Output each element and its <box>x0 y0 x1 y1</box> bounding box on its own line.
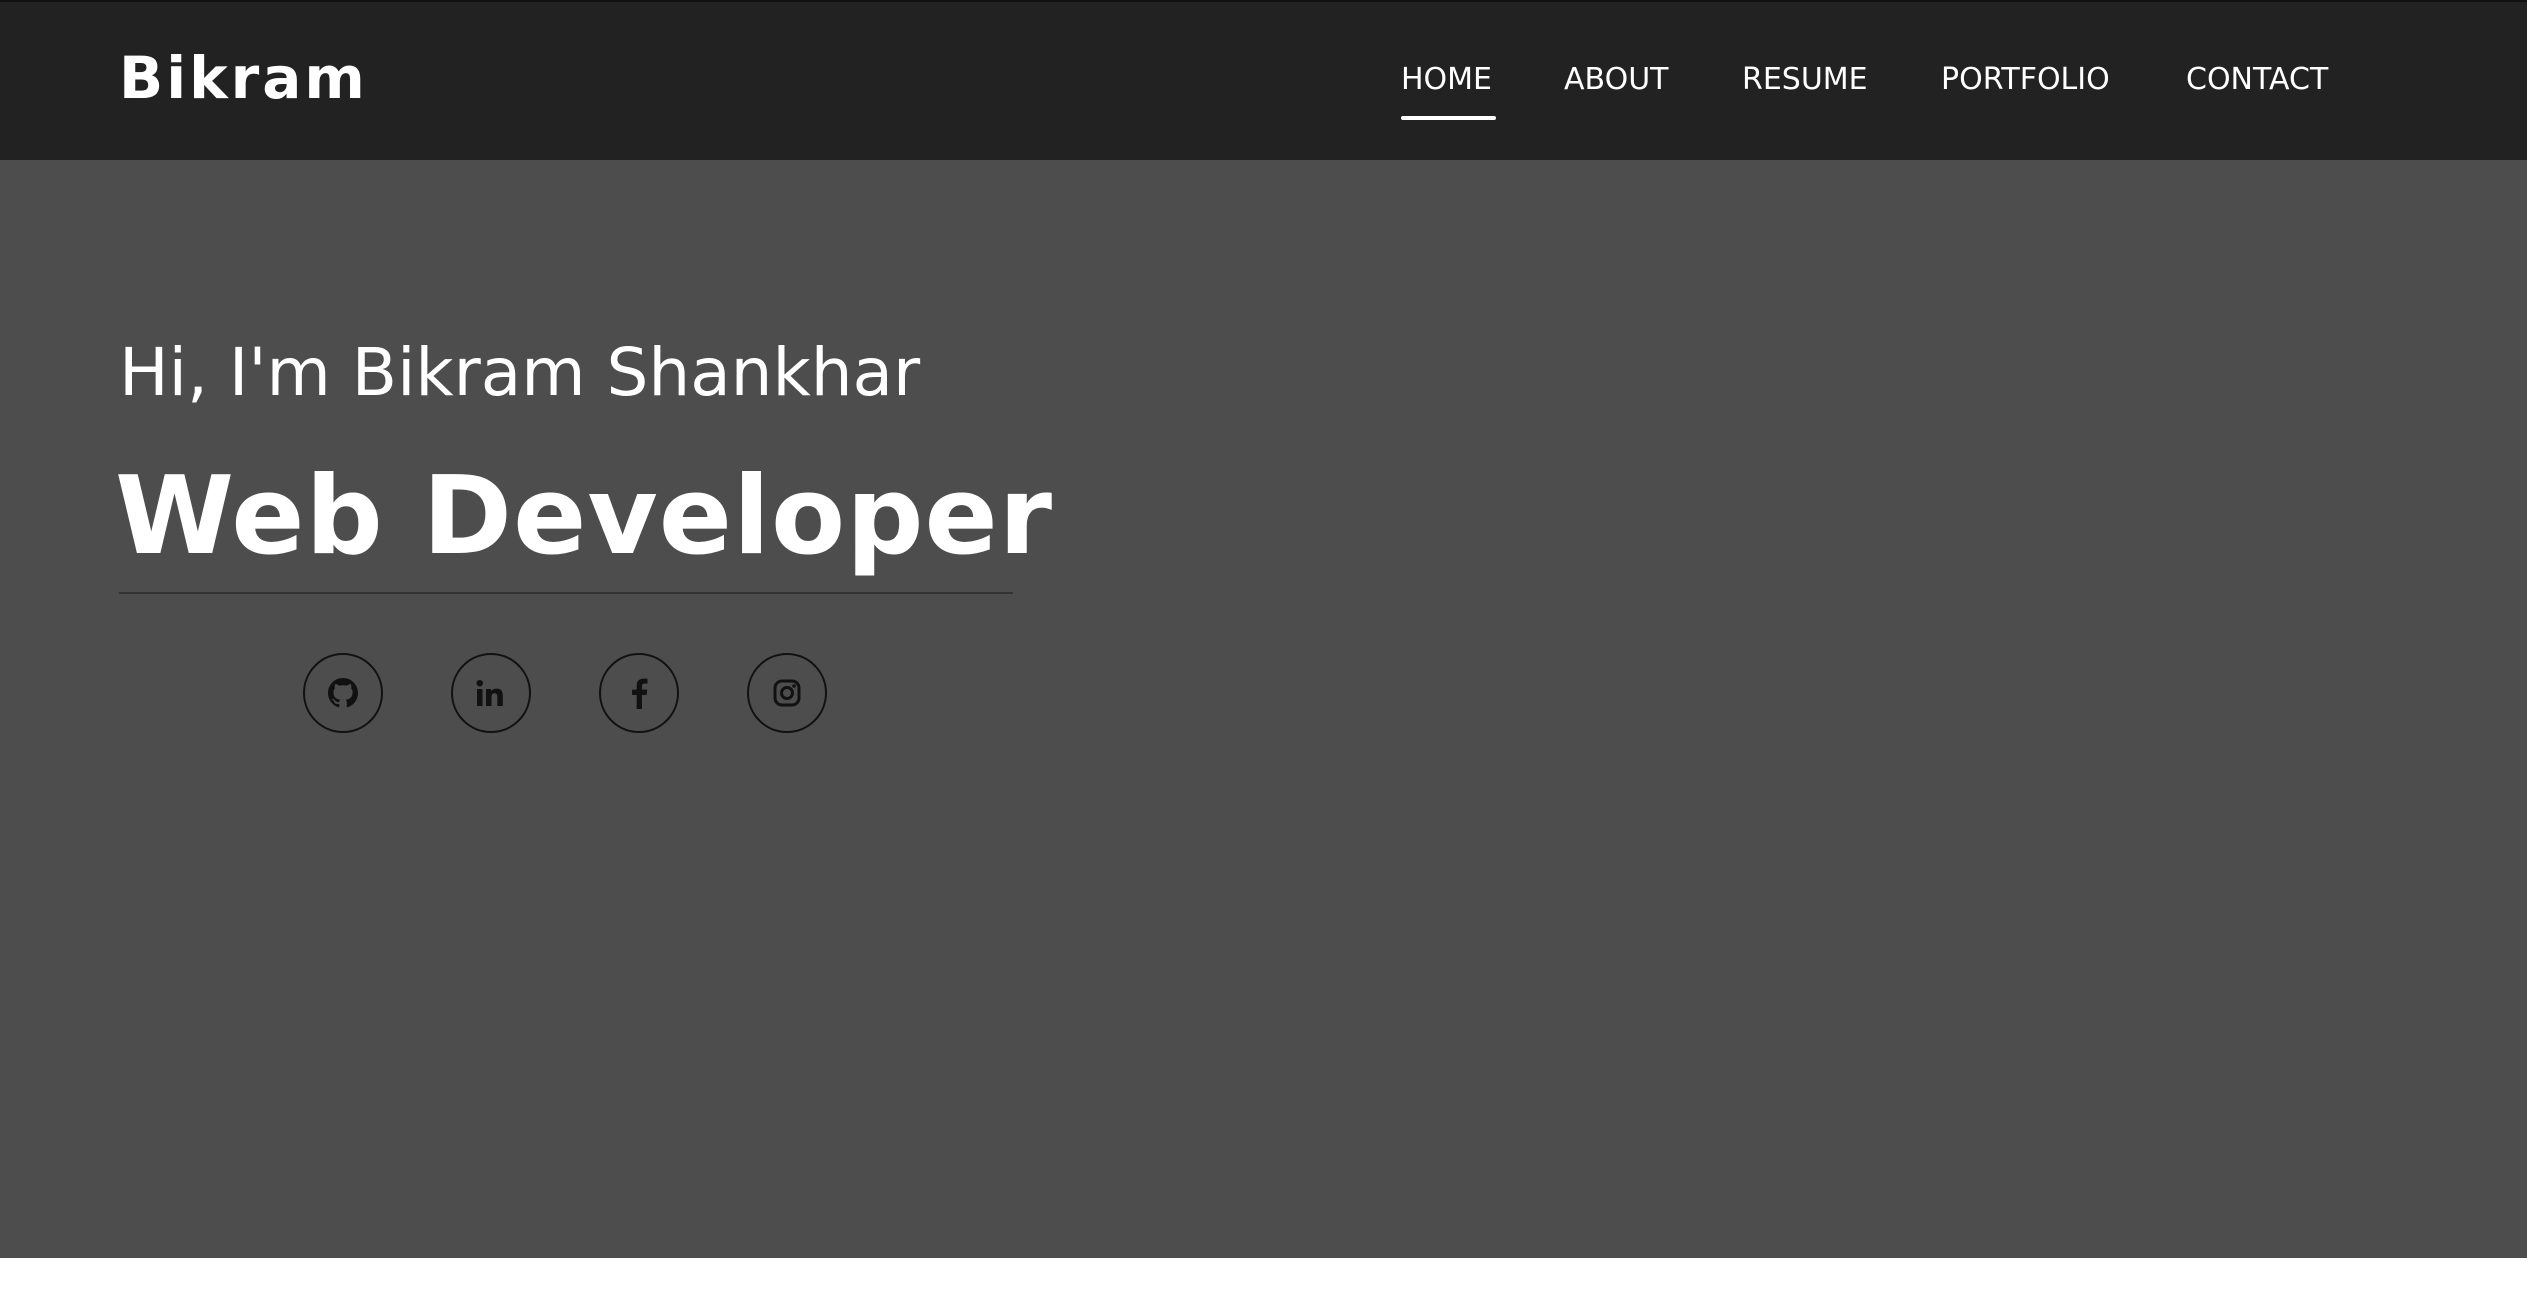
nav-link-portfolio[interactable]: PORTFOLIO <box>1941 58 2110 102</box>
nav-link-home[interactable]: HOME <box>1401 58 1492 102</box>
instagram-icon <box>772 678 802 708</box>
linkedin-icon <box>475 679 507 707</box>
github-icon <box>328 678 358 708</box>
instagram-link[interactable] <box>747 653 827 733</box>
navbar: Bikram HOME ABOUT RESUME PORTFOLIO CONTA… <box>0 0 2527 160</box>
hero-role-title: Web Developer <box>115 454 1054 579</box>
nav-link-contact[interactable]: CONTACT <box>2186 58 2328 102</box>
nav-link-about[interactable]: ABOUT <box>1564 58 1668 102</box>
facebook-icon <box>630 677 648 709</box>
title-divider <box>119 592 1013 594</box>
page: Bikram HOME ABOUT RESUME PORTFOLIO CONTA… <box>0 0 2527 1301</box>
active-nav-indicator <box>1401 116 1496 120</box>
hero-greeting: Hi, I'm Bikram Shankhar <box>119 334 921 411</box>
brand-logo[interactable]: Bikram <box>119 40 368 116</box>
github-link[interactable] <box>303 653 383 733</box>
linkedin-link[interactable] <box>451 653 531 733</box>
nav-link-resume[interactable]: RESUME <box>1742 58 1868 102</box>
facebook-link[interactable] <box>599 653 679 733</box>
